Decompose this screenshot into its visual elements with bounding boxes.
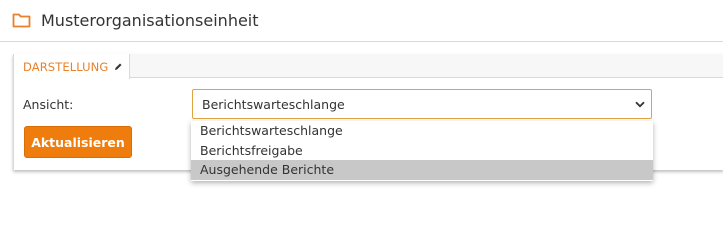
tab-bar: DARSTELLUNG [14,54,723,79]
view-select[interactable]: Berichtswarteschlange [192,89,652,119]
view-dropdown-list: Berichtswarteschlange Berichtsfreigabe A… [191,121,653,181]
pencil-icon [115,63,122,70]
view-select-value: Berichtswarteschlange [202,96,345,112]
chevron-down-icon [635,101,645,108]
page-title: Musterorganisationseinheit [41,11,259,30]
dropdown-option-ausgehende-berichte[interactable]: Ausgehende Berichte [191,160,653,180]
view-label: Ansicht: [23,97,74,112]
dropdown-option-berichtswarteschlange[interactable]: Berichtswarteschlange [191,121,653,141]
page-header: Musterorganisationseinheit [0,0,723,42]
tab-label: DARSTELLUNG [23,59,109,74]
refresh-button[interactable]: Aktualisieren [24,126,132,158]
tab-darstellung[interactable]: DARSTELLUNG [14,54,130,79]
dropdown-option-berichtsfreigabe[interactable]: Berichtsfreigabe [191,141,653,161]
folder-icon [12,13,31,28]
